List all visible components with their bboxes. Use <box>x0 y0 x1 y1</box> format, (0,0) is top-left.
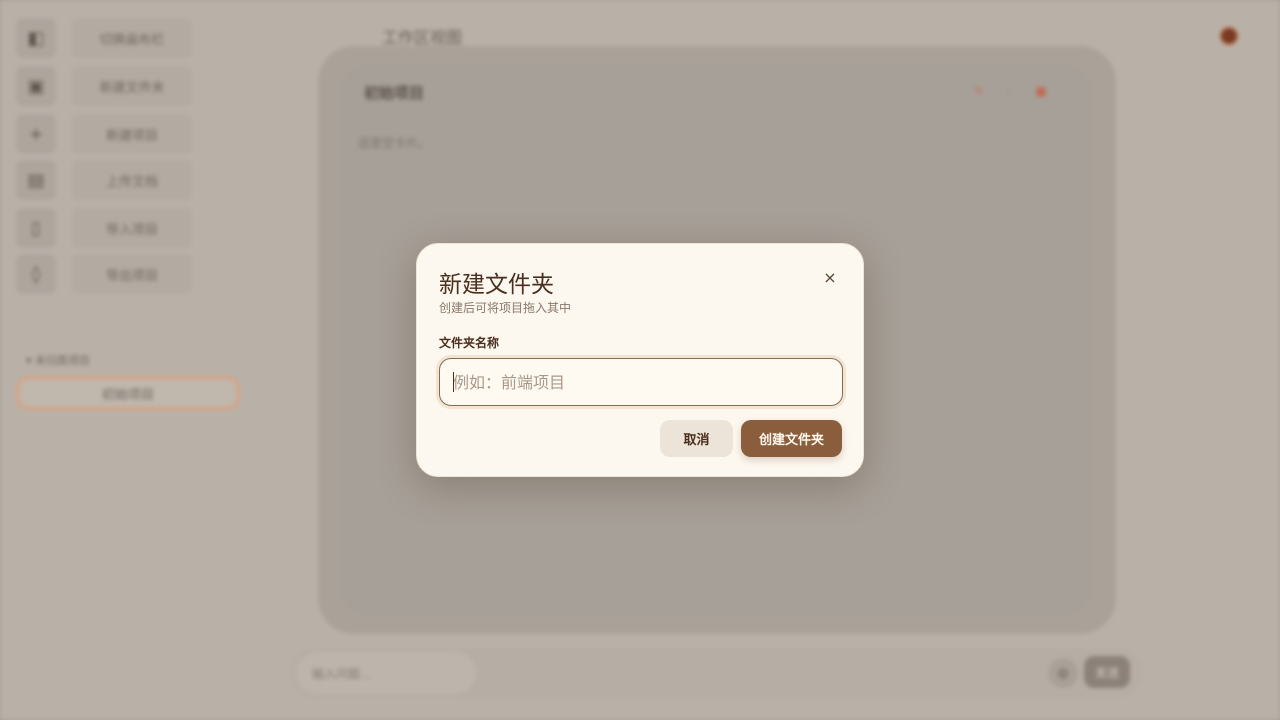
pin-icon[interactable]: ✎ <box>972 84 986 98</box>
chevron-down-icon: ▾ <box>26 354 32 367</box>
document-icon: ▤ <box>16 160 56 200</box>
page-title: 工作区视图 <box>382 28 463 47</box>
plus-icon: + <box>16 114 56 154</box>
more-icon[interactable]: ⋮ <box>1002 84 1016 98</box>
folder-add-icon: ▣ <box>16 66 56 106</box>
export-icon: ◊ <box>16 254 56 294</box>
sidebar-item-export-project[interactable]: ◊ 导出项目 <box>16 254 192 294</box>
sidebar-item-new-folder[interactable]: ▣ 新建文件夹 <box>16 66 192 106</box>
folder-name-label: 文件夹名称 <box>439 336 500 350</box>
folder-name-input[interactable] <box>439 358 843 406</box>
text-caret <box>453 372 454 392</box>
send-button[interactable]: 发送 <box>1084 656 1130 688</box>
new-folder-dialog: 新建文件夹 创建后可将项目拖入其中 × 文件夹名称 取消 创建文件夹 <box>416 243 864 477</box>
sidebar-item-label: 切换画布栏 <box>72 18 192 58</box>
section-label-text: 未归类项目 <box>35 354 91 367</box>
sidebar-item-label: 新建项目 <box>72 114 192 154</box>
import-icon: ▯ <box>16 208 56 248</box>
sidebar-item-import-project[interactable]: ▯ 导入项目 <box>16 208 192 248</box>
sidebar-item-label: 上传文档 <box>72 160 192 200</box>
sidebar-item-toggle-canvas[interactable]: ◧ 切换画布栏 <box>16 18 192 58</box>
card-empty-text: 这是空卡片。 <box>358 136 431 150</box>
sidebar-item-label: 导入项目 <box>72 208 192 248</box>
attach-icon[interactable]: ◍ <box>1048 658 1078 688</box>
sidebar-item-label: 导出项目 <box>72 254 192 294</box>
card-title: 初始项目 <box>364 84 425 102</box>
sidebar-item-upload-document[interactable]: ▤ 上传文档 <box>16 160 192 200</box>
sidebar-section-label: ▾ 未归类项目 <box>26 352 90 368</box>
cancel-button[interactable]: 取消 <box>660 420 733 457</box>
sidebar-item-new-project[interactable]: + 新建项目 <box>16 114 192 154</box>
dialog-subtitle: 创建后可将项目拖入其中 <box>439 301 572 315</box>
sidebar-project-item[interactable]: 初始项目 <box>16 376 240 410</box>
avatar[interactable] <box>1219 26 1239 46</box>
chat-input[interactable]: 输入问题... <box>296 652 476 694</box>
delete-icon[interactable]: ■ <box>1034 84 1048 98</box>
create-folder-button[interactable]: 创建文件夹 <box>741 420 842 457</box>
chat-bar: 输入问题... ◍ 发送 <box>290 648 1142 698</box>
sidebar-item-label: 新建文件夹 <box>72 66 192 106</box>
sidebar-toggle-icon: ◧ <box>16 18 56 58</box>
close-icon[interactable]: × <box>819 266 841 288</box>
dialog-title: 新建文件夹 <box>439 272 554 298</box>
